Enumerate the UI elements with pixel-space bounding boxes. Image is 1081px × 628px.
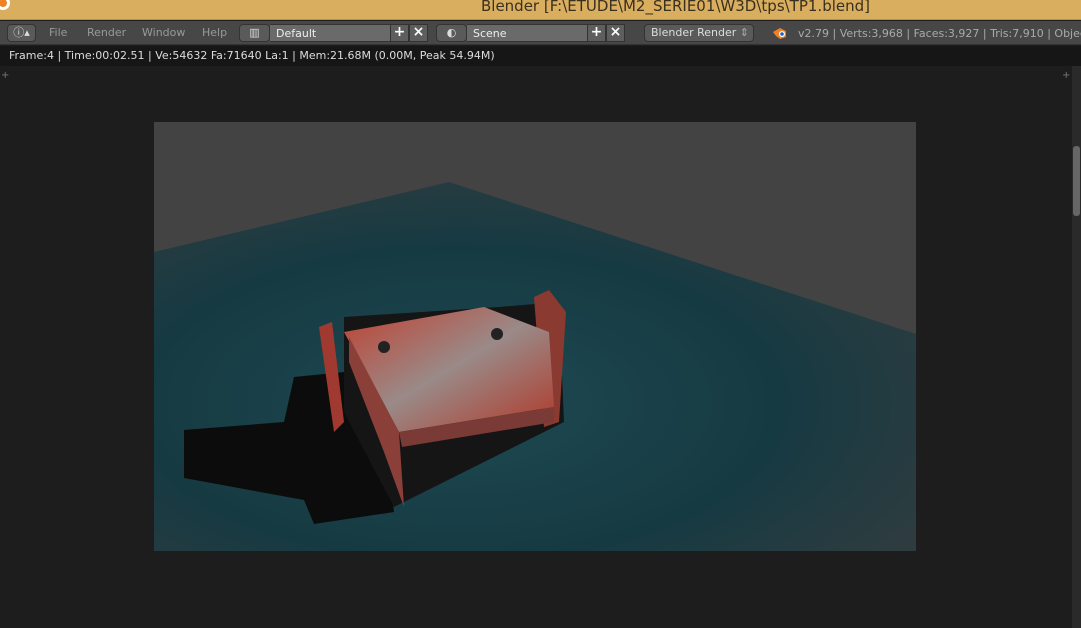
blender-logo-icon: [773, 28, 786, 39]
region-expand-icon[interactable]: +: [1062, 70, 1070, 81]
add-screen-button[interactable]: +: [390, 24, 409, 42]
scene-statistics: v2.79 | Verts:3,968 | Faces:3,927 | Tris…: [798, 27, 1081, 40]
scrollbar-thumb[interactable]: [1073, 146, 1080, 216]
viewport-scrollbar[interactable]: [1072, 66, 1081, 628]
render-engine-label: Blender Render: [651, 26, 737, 39]
menu-help[interactable]: Help: [202, 26, 227, 39]
menu-window[interactable]: Window: [142, 26, 185, 39]
window-title: Blender [F:\ETUDE\M2_SERIE01\W3D\tps\TP1…: [480, 0, 871, 15]
remove-screen-button[interactable]: ×: [409, 24, 428, 42]
menu-file[interactable]: File: [49, 26, 67, 39]
render-engine-select[interactable]: Blender Render ⇕: [644, 24, 754, 42]
screen-layout-icon[interactable]: ▥: [239, 24, 270, 42]
scene-icon[interactable]: ◐: [436, 24, 467, 42]
window-title-bar: Blender [F:\ETUDE\M2_SERIE01\W3D\tps\TP1…: [0, 0, 1081, 20]
scene-field[interactable]: Scene: [467, 24, 587, 42]
info-header: ⓘ▴ File Render Window Help ▥ Default + ×…: [0, 21, 1081, 45]
screen-layout-field[interactable]: Default: [270, 24, 390, 42]
editor-type-info-icon[interactable]: ⓘ▴: [7, 24, 36, 42]
add-scene-button[interactable]: +: [587, 24, 606, 42]
region-expand-icon[interactable]: +: [1, 70, 9, 81]
render-result-image: [154, 122, 916, 551]
render-info-bar: Frame:4 | Time:00:02.51 | Ve:54632 Fa:71…: [0, 46, 1081, 66]
remove-scene-button[interactable]: ×: [606, 24, 625, 42]
menu-render[interactable]: Render: [87, 26, 126, 39]
